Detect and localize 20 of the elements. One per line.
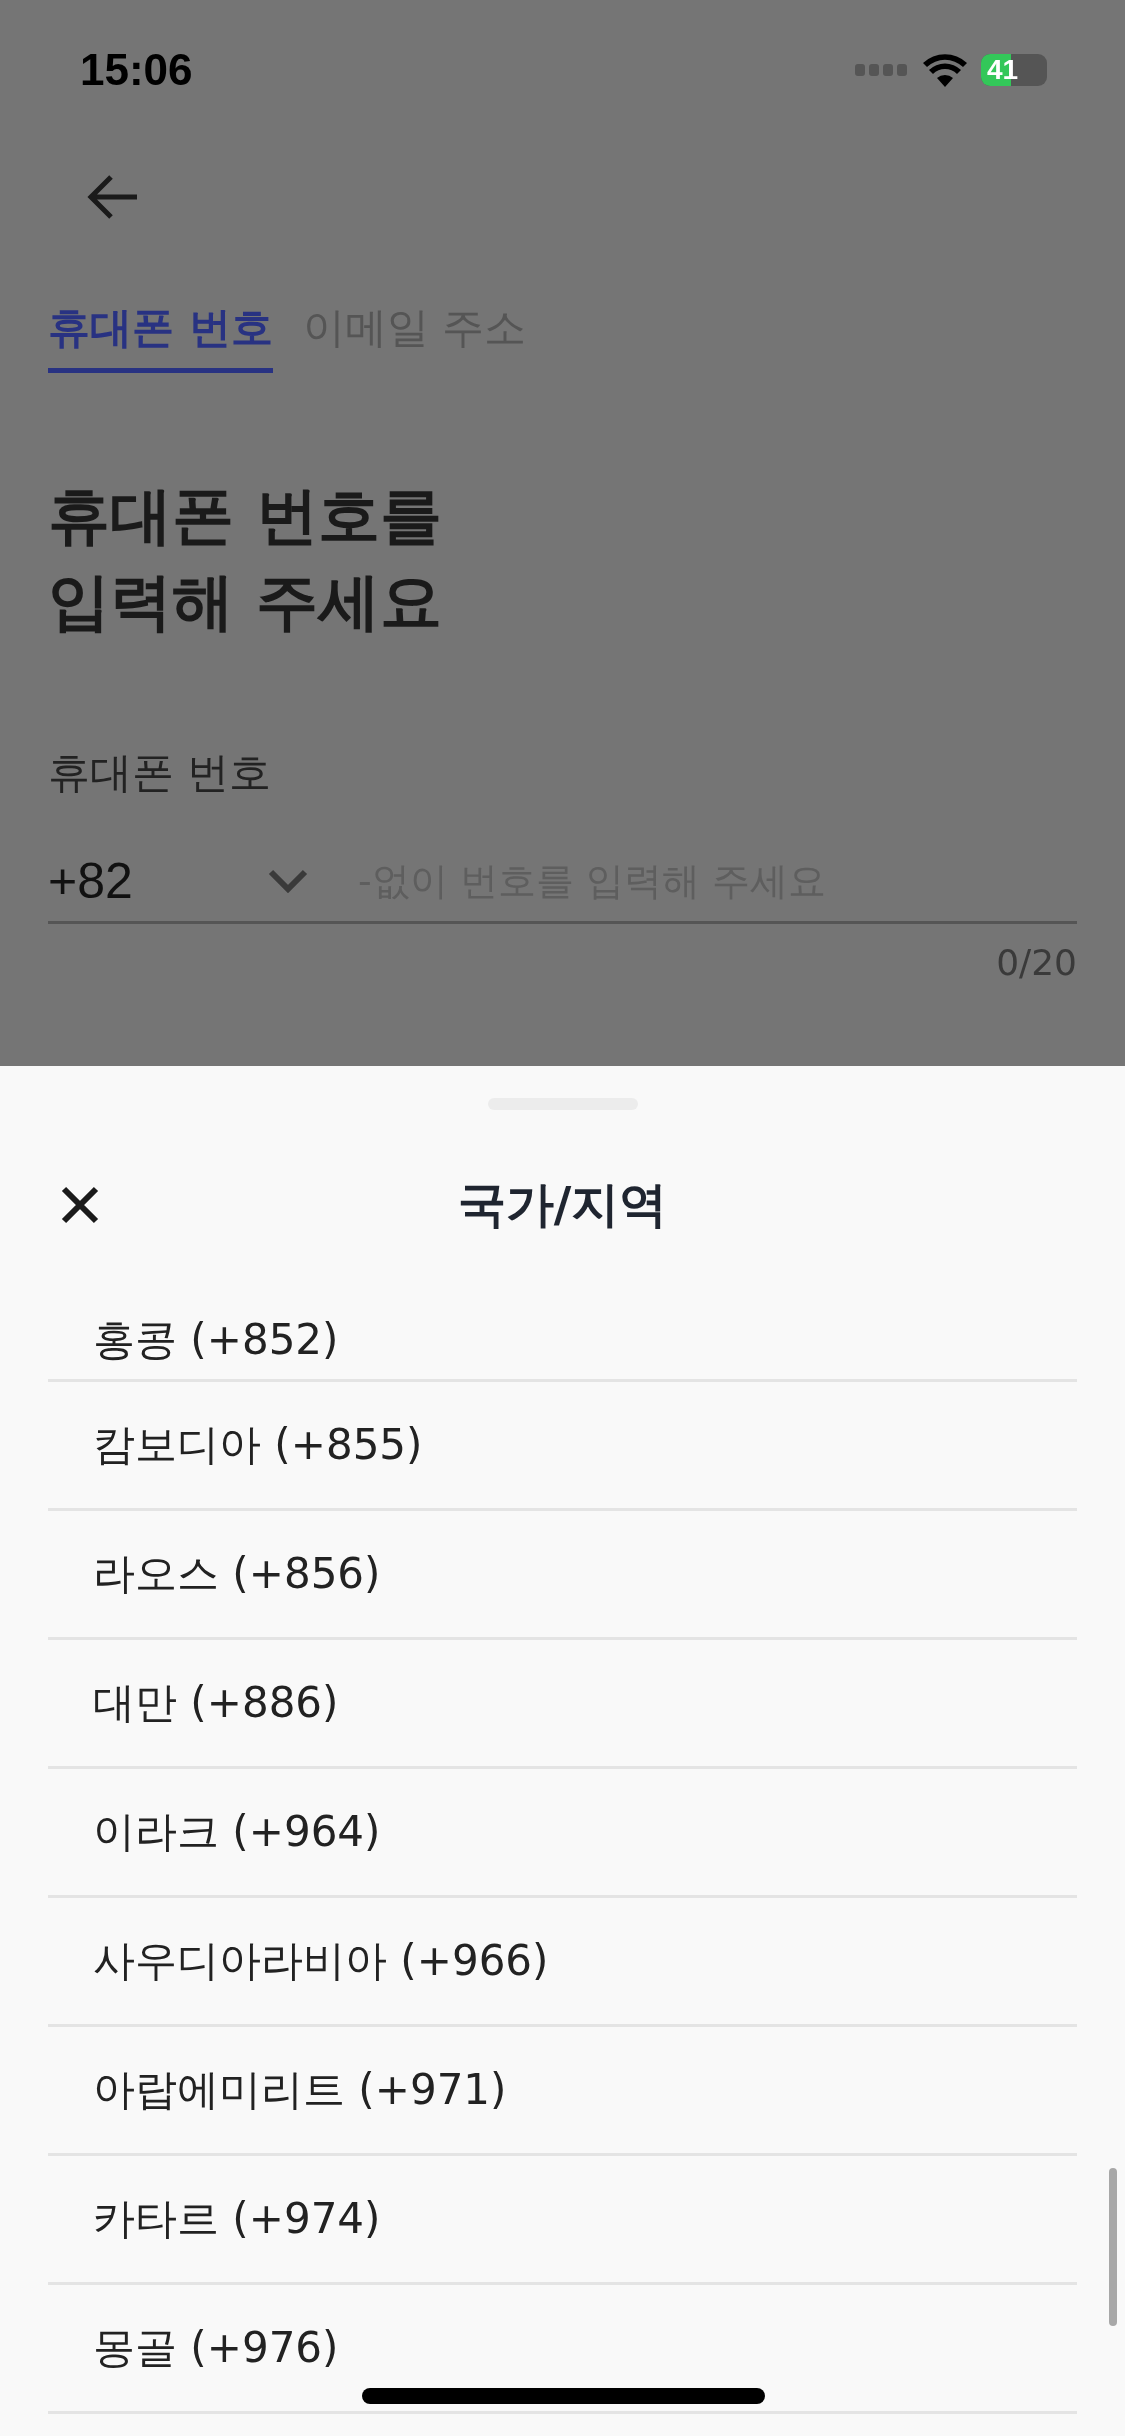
- country-list-item[interactable]: 라오스 (+856): [48, 1511, 1077, 1640]
- country-list-item[interactable]: 사우디아라비아 (+966): [48, 1898, 1077, 2027]
- country-list-item[interactable]: 대만 (+886): [48, 1640, 1077, 1769]
- field-label: 휴대폰 번호: [48, 747, 273, 799]
- page-heading: 휴대폰 번호를 입력해 주세요: [48, 478, 443, 640]
- country-list-item[interactable]: 캄보디아 (+855): [48, 1382, 1077, 1511]
- sheet-title: 국가/지역: [457, 1175, 668, 1234]
- country-list-item[interactable]: 이라크 (+964): [48, 1769, 1077, 1898]
- country-list-item[interactable]: 홍콩 (+852): [48, 1300, 1077, 1382]
- close-icon: [60, 1185, 100, 1225]
- character-counter: 0/20: [996, 942, 1077, 983]
- signal-icon: [855, 64, 909, 76]
- wifi-icon: [923, 53, 967, 87]
- back-arrow-icon: [87, 175, 139, 219]
- country-code-dropdown[interactable]: +82: [48, 841, 348, 921]
- chevron-down-icon: [268, 869, 308, 893]
- country-list-item[interactable]: 카타르 (+974): [48, 2156, 1077, 2285]
- status-time: 15:06: [80, 45, 193, 95]
- country-list-item[interactable]: 아랍에미리트 (+971): [48, 2027, 1077, 2156]
- scrollbar[interactable]: [1109, 2168, 1117, 2326]
